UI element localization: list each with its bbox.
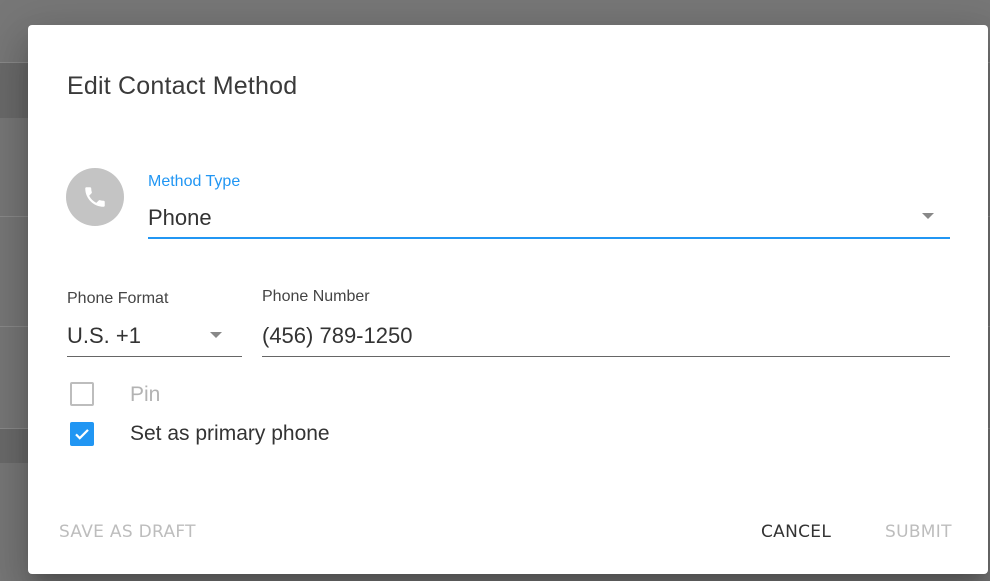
method-type-label: Method Type: [148, 173, 241, 190]
save-as-draft-button[interactable]: SAVE AS DRAFT: [59, 522, 196, 542]
phone-format-label: Phone Format: [67, 290, 169, 307]
dialog-title: Edit Contact Method: [67, 72, 298, 100]
method-type-value: Phone: [148, 205, 212, 230]
phone-number-label: Phone Number: [262, 288, 370, 305]
method-type-underline: [148, 237, 950, 239]
chevron-down-icon[interactable]: [210, 332, 222, 338]
pin-checkbox[interactable]: [70, 382, 94, 406]
backdrop-band: [0, 429, 28, 463]
checkmark-icon: [75, 429, 89, 440]
primary-phone-checkbox[interactable]: [70, 422, 94, 446]
phone-format-value: U.S. +1: [67, 323, 141, 348]
backdrop-band: [0, 63, 28, 118]
phone-icon: [66, 168, 124, 226]
phone-number-input[interactable]: (456) 789-1250: [262, 323, 412, 349]
chevron-down-icon[interactable]: [922, 213, 934, 219]
submit-button[interactable]: SUBMIT: [885, 522, 952, 542]
edit-contact-dialog: Edit Contact Method Method Type Phone Ph…: [28, 25, 988, 574]
phone-format-underline: [67, 356, 242, 357]
cancel-button[interactable]: CANCEL: [761, 522, 831, 542]
pin-label: Pin: [130, 383, 161, 406]
phone-number-underline: [262, 356, 950, 357]
primary-phone-label: Set as primary phone: [130, 422, 330, 445]
phone-icon-glyph: [85, 187, 105, 207]
